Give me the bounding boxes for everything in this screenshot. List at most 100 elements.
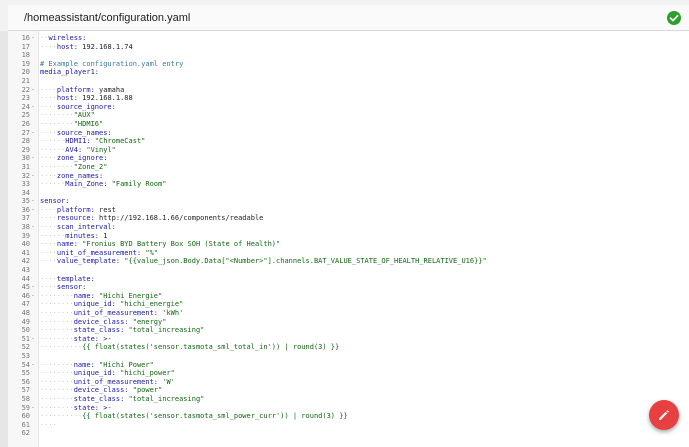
line-number: 19 [21,59,30,68]
code-line[interactable]: 41 ····unit_of_measurement: "%" [8,249,689,258]
yaml-key: media_player1: [40,68,100,77]
fold-marker[interactable]: - [31,34,37,43]
pencil-icon [659,410,669,420]
code-line[interactable]: 18 [8,51,689,60]
code-line[interactable]: 29 ······AV4: "Vinyl" [8,146,689,155]
code-line[interactable]: 43 [8,266,689,275]
code-text: ······minutes: 1 [40,232,107,241]
code-line[interactable]: 56 ········unit_of_measurement: 'W' [8,378,689,387]
indent-guide: ········ [40,300,74,309]
code-line[interactable]: 26 ······-·"HDMI6" [8,120,689,129]
code-line[interactable]: 53 [8,352,689,361]
yaml-value: "HDMI6" [73,119,104,128]
indent-guide: ······ [40,145,66,154]
line-number: 26 [21,119,30,128]
fold-marker[interactable]: - [31,172,37,181]
code-line[interactable]: 33 ······Main_Zone: "Family Room" [8,180,689,189]
line-number: 23 [21,94,30,103]
code-text: ········unit_of_measurement: 'kWh' [40,309,183,318]
code-line[interactable]: 49 ········device_class: "energy" [8,318,689,327]
code-line[interactable]: 39 ······minutes: 1 [8,232,689,241]
yaml-value: "power" [128,386,163,395]
fold-marker[interactable]: - [31,223,37,232]
code-line[interactable]: 28 ······HDMI1: "ChromeCast" [8,137,689,146]
code-line[interactable]: 45- ····sensor: [8,283,689,292]
code-line[interactable]: 54- ······-·name: "Hichi Power" [8,361,689,370]
fold-marker[interactable]: - [31,86,37,95]
fold-marker[interactable]: - [31,335,37,344]
fold-marker[interactable]: - [31,361,37,370]
code-line[interactable]: 16- ··wireless: [8,34,689,43]
code-line[interactable]: 44 ····template: [8,275,689,284]
code-line[interactable]: 60 ··········{{ float(states('sensor.tasm… [8,412,689,421]
code-line[interactable]: 58 ········state_class: "total_increasing… [8,395,689,404]
code-line[interactable]: 31 ······-·"Zone_2" [8,163,689,172]
code-text: ····source_names: [40,129,112,138]
yaml-value: "total_increasing" [124,326,205,335]
code-text: ····template: [40,275,95,284]
yaml-value: "hichi_power" [115,369,175,378]
code-line[interactable]: 19 # Example configuration.yaml entry [8,60,689,69]
fold-marker[interactable]: - [31,129,37,138]
yaml-value: rest [94,205,116,214]
code-line[interactable]: 34 [8,189,689,198]
code-line[interactable]: 55 ········unique_id: "hichi_power" [8,369,689,378]
code-line[interactable]: 21 [8,77,689,86]
code-text: ········unique_id: "hichi_power" [40,369,175,378]
code-line[interactable]: 52 ··········{{ float(states('sensor.tasm… [8,343,689,352]
fold-marker[interactable]: - [31,292,37,301]
line-number: 42 [21,257,30,266]
fold-marker[interactable]: - [31,154,37,163]
code-editor[interactable]: 16- ··wireless: 17 ····host: 192.168.1.74 18… [8,31,689,447]
yaml-value: yamaha [94,85,125,94]
code-text: ········state_class: "total_increasing" [40,326,204,335]
code-line[interactable]: 38- ····scan_interval: [8,223,689,232]
line-number: 49 [21,317,30,326]
indent-guide: ········ [40,309,74,317]
code-line[interactable]: 40 ····name: "Fronius BYD Battery Box SOH… [8,240,689,249]
code-text: ···· [40,421,57,430]
code-line[interactable]: 17 ····host: 192.168.1.74 [8,43,689,52]
fold-marker[interactable]: - [31,103,37,112]
code-line[interactable]: 50 ········state_class: "total_increasing… [8,326,689,335]
code-line[interactable]: 25 ······-·"AUX" [8,111,689,120]
code-line[interactable]: 20 media_player1: [8,68,689,77]
line-number: 41 [21,248,30,257]
code-line[interactable]: 32- ····zone_names: [8,172,689,181]
fold-marker[interactable]: - [31,197,37,206]
code-line[interactable]: 37 ····resource: http://192.168.1.66/comp… [8,214,689,223]
line-number: 48 [21,309,30,317]
yaml-key: Main_Zone: [65,180,108,189]
yaml-comment: # Example configuration.yaml entry [40,59,184,68]
yaml-key: resource: [56,214,95,223]
code-line[interactable]: 30- ····zone_ignore: [8,154,689,163]
indent-guide: ···· [40,42,57,51]
code-line[interactable]: 36- ··-·platform: rest [8,206,689,215]
fold-marker[interactable]: - [31,206,37,215]
indent-guide: ···· [40,154,57,163]
code-line[interactable]: 47 ········unique_id: "hichi_energie" [8,300,689,309]
code-line[interactable]: 24- ····source_ignore: [8,103,689,112]
yaml-value: "Hichi Power" [94,360,154,369]
code-line[interactable]: 62 [8,429,689,438]
fold-marker[interactable]: - [31,404,37,413]
code-line[interactable]: 61 ···· [8,421,689,430]
code-line[interactable]: 57 ········device_class: "power" [8,386,689,395]
code-lines[interactable]: 16- ··wireless: 17 ····host: 192.168.1.74 18… [8,31,689,438]
code-line[interactable]: 23 ····host: 192.168.1.88 [8,94,689,103]
code-line[interactable]: 46- ······-·name: "Hichi Energie" [8,292,689,301]
indent-guide: ······ [40,137,66,146]
code-line[interactable]: 48 ········unit_of_measurement: 'kWh' [8,309,689,318]
edit-button[interactable] [649,400,679,430]
code-line[interactable]: 27- ····source_names: [8,129,689,138]
code-line[interactable]: 59- ········state: >- [8,404,689,413]
indent-guide: ·········· [40,343,83,352]
code-line[interactable]: 51- ········state: >- [8,335,689,344]
yaml-value: {{ float(states('sensor.tasmota_sml_powe… [82,412,348,421]
fold-marker[interactable]: - [31,283,37,292]
code-line[interactable]: 22- ··-·platform: yamaha [8,86,689,95]
code-line[interactable]: 35- sensor: [8,197,689,206]
yaml-key: unit_of_measurement: [56,248,142,257]
code-text: ········unique_id: "hichi_energie" [40,300,183,309]
code-line[interactable]: 42 ····value_template: "{{value_json.Body… [8,257,689,266]
